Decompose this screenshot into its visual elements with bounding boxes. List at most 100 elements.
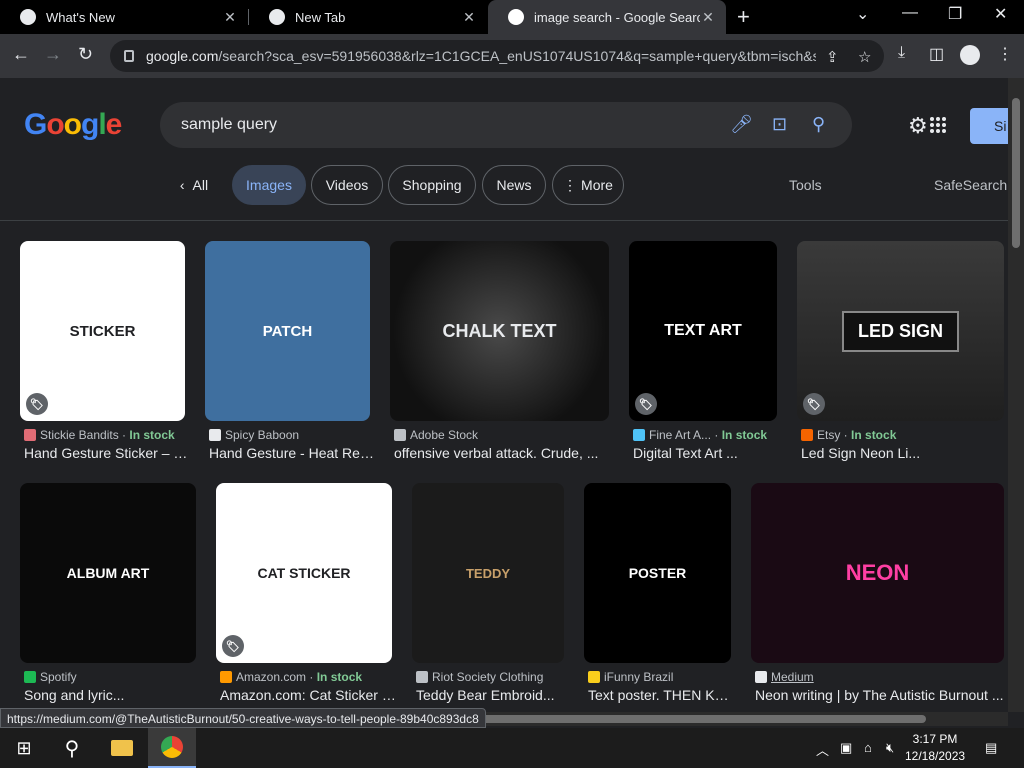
result-caption[interactable]: Text poster. THEN KE... <box>588 687 735 703</box>
result-caption[interactable]: Hand Gesture - Heat Reve... <box>209 445 374 461</box>
google-apps-icon[interactable] <box>930 117 946 133</box>
filter-all[interactable]: ‹ All <box>168 165 220 205</box>
result-source[interactable]: Etsy · In stock <box>801 428 896 442</box>
thumbnail-label: LED SIGN <box>841 310 959 352</box>
minimize-button[interactable]: — <box>902 4 918 22</box>
notification-icon[interactable]: ▤ <box>985 740 997 756</box>
settings-gear-icon[interactable]: ⚙ <box>908 113 928 139</box>
new-tab-button[interactable]: + <box>737 4 750 30</box>
forward-button[interactable]: → <box>44 44 62 65</box>
safesearch-link[interactable]: SafeSearch <box>934 177 1007 193</box>
close-tab-icon[interactable]: ✕ <box>222 9 238 26</box>
network-icon[interactable]: ▣ <box>840 740 852 756</box>
source-name: Adobe Stock <box>410 428 479 442</box>
result-source[interactable]: iFunny Brazil <box>588 670 673 684</box>
site-favicon <box>220 671 232 683</box>
address-bar[interactable]: google.com/search?sca_esv=591956038&rlz=… <box>110 40 884 72</box>
result-caption[interactable]: Led Sign Neon Li... <box>801 445 1001 461</box>
more-dots-icon: ⋮ <box>563 176 578 193</box>
google-lens-icon[interactable]: ⊡ <box>772 114 787 135</box>
tab-new-tab[interactable]: New Tab ✕ <box>249 0 487 34</box>
result-thumbnail[interactable]: TEXT ART 🏷︎ <box>629 241 777 421</box>
scrollbar-thumb[interactable] <box>1012 98 1020 248</box>
result-thumbnail[interactable]: CHALK TEXT <box>390 241 609 421</box>
result-caption[interactable]: Amazon.com: Cat Sticker S... <box>220 687 396 703</box>
stock-badge: In stock <box>851 428 897 442</box>
back-button[interactable]: ← <box>12 44 30 65</box>
file-explorer-button[interactable] <box>98 728 146 768</box>
result-source[interactable]: Riot Society Clothing <box>416 670 543 684</box>
close-window-button[interactable]: ✕ <box>994 4 1007 24</box>
tools-link[interactable]: Tools <box>789 177 822 193</box>
result-thumbnail[interactable]: PATCH <box>205 241 370 421</box>
wifi-icon[interactable]: ⌂ <box>864 740 872 755</box>
reload-button[interactable]: ↻ <box>78 44 93 65</box>
system-clock[interactable]: 3:17 PM 12/18/2023 <box>905 731 965 765</box>
result-thumbnail[interactable]: CAT STICKER 🏷︎ <box>216 483 392 663</box>
result-source[interactable]: Stickie Bandits · In stock <box>24 428 175 442</box>
thumbnail-label: NEON <box>845 560 910 585</box>
thumbnail-label: POSTER <box>628 565 687 581</box>
result-source[interactable]: Amazon.com · In stock <box>220 670 362 684</box>
close-tab-icon[interactable]: ✕ <box>461 9 477 26</box>
search-icon[interactable]: ⚲ <box>812 114 825 135</box>
start-button[interactable]: ⊞ <box>0 728 48 768</box>
site-favicon <box>209 429 221 441</box>
result-caption[interactable]: Hand Gesture Sticker – Stic... <box>24 445 189 461</box>
site-favicon <box>801 429 813 441</box>
filter-more[interactable]: ⋮ More <box>552 165 624 205</box>
result-caption[interactable]: Digital Text Art ... <box>633 445 781 461</box>
result-caption[interactable]: Song and lyric... <box>24 687 200 703</box>
tab-whats-new[interactable]: What's New ✕ <box>0 0 248 34</box>
side-panel-icon[interactable]: ◫ <box>929 44 944 64</box>
result-thumbnail[interactable]: STICKER 🏷︎ <box>20 241 185 421</box>
profile-avatar[interactable] <box>960 45 980 65</box>
search-box[interactable]: sample query 🎤︎ ⊡ ⚲ <box>160 102 852 148</box>
url-text: google.com/search?sca_esv=591956038&rlz=… <box>146 48 816 64</box>
result-source[interactable]: Medium <box>755 670 814 684</box>
tab-search-button[interactable]: ⌄ <box>856 4 869 24</box>
restore-button[interactable]: ❐ <box>948 4 962 24</box>
filter-images[interactable]: Images <box>232 165 306 205</box>
lock-icon[interactable] <box>124 50 134 62</box>
result-source[interactable]: Adobe Stock <box>394 428 478 442</box>
share-icon[interactable]: ⇪ <box>826 48 839 66</box>
result-source[interactable]: Spicy Baboon <box>209 428 299 442</box>
vertical-scrollbar[interactable] <box>1008 78 1024 712</box>
result-thumbnail[interactable]: LED SIGN 🏷︎ <box>797 241 1004 421</box>
logo-letter: e <box>105 108 123 141</box>
result-source[interactable]: Fine Art A... · In stock <box>633 428 767 442</box>
close-tab-icon[interactable]: ✕ <box>700 9 716 26</box>
tab-google-search[interactable]: image search - Google Search ✕ <box>488 0 726 34</box>
result-caption[interactable]: offensive verbal attack. Crude, ... <box>394 445 613 461</box>
tab-title: What's New <box>46 9 115 25</box>
source-name: Amazon.com <box>236 670 307 684</box>
logo-letter: o <box>46 108 64 141</box>
download-icon[interactable]: ⤓ <box>898 44 905 62</box>
filter-shopping[interactable]: Shopping <box>388 165 476 205</box>
logo-letter: g <box>81 108 99 141</box>
chrome-taskbar-button[interactable] <box>148 728 196 768</box>
result-caption[interactable]: Teddy Bear Embroid... <box>416 687 568 703</box>
result-thumbnail[interactable]: NEON <box>751 483 1004 663</box>
thumbnail-label: ALBUM ART <box>66 565 150 581</box>
result-source[interactable]: Spotify <box>24 670 77 684</box>
result-thumbnail[interactable]: ALBUM ART <box>20 483 196 663</box>
chevron-up-icon[interactable]: ︿ <box>816 740 829 759</box>
browser-menu-icon[interactable]: ⋮ <box>997 44 1013 64</box>
google-logo[interactable]: Google <box>24 108 123 142</box>
search-button[interactable]: ⚲ <box>48 728 96 768</box>
search-query[interactable]: sample query <box>181 116 277 134</box>
thumbnail-label: STICKER <box>69 322 136 340</box>
bookmark-star-icon[interactable]: ☆ <box>858 48 871 66</box>
microphone-icon[interactable]: 🎤︎ <box>730 114 753 135</box>
result-caption[interactable]: Neon writing | by The Autistic Burnout .… <box>755 687 1005 703</box>
volume-muted-icon[interactable]: 🔇︎ <box>886 740 894 756</box>
result-thumbnail[interactable]: TEDDY <box>412 483 564 663</box>
google-icon <box>508 9 524 25</box>
filter-news[interactable]: News <box>482 165 546 205</box>
url-host: google.com <box>146 48 219 64</box>
result-thumbnail[interactable]: POSTER <box>584 483 731 663</box>
filter-videos[interactable]: Videos <box>311 165 383 205</box>
source-name: Medium <box>771 670 814 684</box>
